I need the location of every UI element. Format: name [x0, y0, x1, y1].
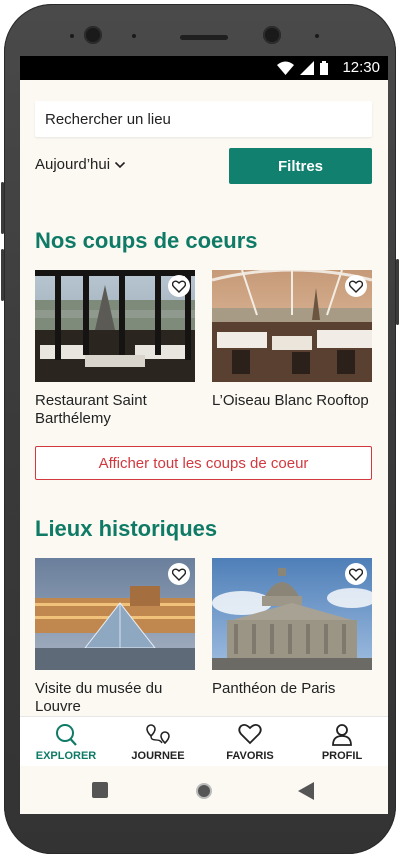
explore-content: Rechercher un lieu Aujourd’hui Filtres N… — [20, 80, 388, 716]
nav-label: JOURNEE — [131, 750, 185, 762]
place-card[interactable]: Restaurant Saint Barthélemy — [35, 270, 195, 428]
place-card[interactable]: Panthéon de Paris — [212, 558, 372, 698]
historic-title: Lieux historiques — [35, 516, 218, 541]
home-circle-icon[interactable] — [195, 782, 213, 800]
route-icon — [146, 724, 170, 745]
nav-label: EXPLORER — [35, 750, 97, 762]
volume-up-button — [1, 182, 4, 234]
heart-icon — [172, 280, 186, 293]
louvre-photo — [35, 558, 195, 670]
wifi-icon — [277, 61, 294, 75]
chevron-down-icon — [114, 161, 126, 168]
sensor-dot — [132, 34, 136, 38]
favorite-heart-button[interactable] — [168, 563, 190, 585]
nav-journee[interactable]: JOURNEE — [112, 717, 204, 767]
status-icons — [277, 61, 328, 75]
day-label: Aujourd’hui — [35, 156, 111, 173]
front-camera-2 — [263, 26, 281, 44]
phone-frame: 12:30 Rechercher un lieu Aujourd’hui Fil… — [1, 4, 399, 854]
signal-icon — [300, 61, 314, 75]
place-card[interactable]: Visite du musée du Louvre — [35, 558, 195, 716]
nav-favoris[interactable]: FAVORIS — [204, 717, 296, 767]
back-triangle-icon[interactable] — [298, 782, 314, 800]
favorite-heart-button[interactable] — [345, 563, 367, 585]
screen: 12:30 Rechercher un lieu Aujourd’hui Fil… — [20, 56, 388, 814]
battery-icon — [320, 61, 328, 75]
filters-button[interactable]: Filtres — [229, 148, 372, 184]
favorite-heart-button[interactable] — [168, 275, 190, 297]
search-icon — [56, 724, 77, 746]
day-selector[interactable]: Aujourd’hui — [35, 156, 126, 173]
show-all-favorites-button[interactable]: Afficher tout les coups de coeur — [35, 446, 372, 480]
rooftop-photo — [212, 270, 372, 382]
nav-label: PROFIL — [321, 750, 363, 762]
sensor-dot — [70, 34, 74, 38]
search-input[interactable]: Rechercher un lieu — [35, 101, 372, 137]
place-card[interactable]: L’Oiseau Blanc Rooftop — [212, 270, 372, 410]
user-icon — [332, 724, 352, 746]
power-button — [396, 259, 399, 325]
place-name: Panthéon de Paris — [212, 680, 336, 697]
heart-icon — [349, 568, 363, 581]
place-name: Visite du musée du Louvre — [35, 680, 163, 715]
heart-icon — [172, 568, 186, 581]
favorite-heart-button[interactable] — [345, 275, 367, 297]
sensor-dot — [315, 34, 319, 38]
heart-icon — [238, 723, 262, 745]
status-bar: 12:30 — [20, 56, 388, 80]
nav-label: FAVORIS — [226, 750, 274, 762]
heart-icon — [349, 280, 363, 293]
nav-explorer[interactable]: EXPLORER — [20, 717, 112, 767]
pantheon-photo — [212, 558, 372, 670]
restaurant-photo — [35, 270, 195, 382]
front-camera — [84, 26, 102, 44]
place-name: L’Oiseau Blanc Rooftop — [212, 392, 369, 409]
volume-down-button — [1, 249, 4, 301]
earpiece-speaker — [180, 35, 228, 40]
search-placeholder: Rechercher un lieu — [45, 111, 171, 128]
status-time: 12:30 — [342, 59, 380, 76]
bottom-navigation: EXPLORER JOURNEE FAVORIS PROFIL — [20, 716, 388, 767]
system-navigation-bar — [20, 766, 388, 814]
place-name: Restaurant Saint Barthélemy — [35, 392, 147, 427]
nav-profil[interactable]: PROFIL — [296, 717, 388, 767]
favorites-title: Nos coups de coeurs — [35, 228, 258, 253]
recents-square-icon[interactable] — [92, 782, 108, 798]
